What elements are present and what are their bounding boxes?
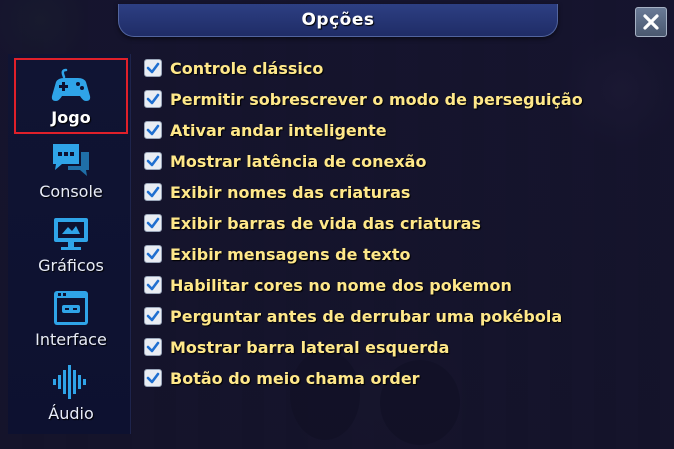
window-icon [48, 288, 94, 328]
option-mensagens-texto[interactable]: Exibir mensagens de texto [144, 242, 411, 266]
option-barra-lateral[interactable]: Mostrar barra lateral esquerda [144, 335, 449, 359]
checkbox[interactable] [144, 121, 162, 139]
tab-label: Console [39, 182, 103, 201]
tab-graficos[interactable]: Gráficos [14, 208, 128, 284]
sidebar: Jogo Console Gráficos Interface Áudio [8, 54, 131, 434]
option-label: Mostrar latência de conexão [170, 151, 427, 171]
option-latencia[interactable]: Mostrar latência de conexão [144, 149, 426, 173]
option-label: Exibir mensagens de texto [170, 244, 411, 264]
option-label: Exibir nomes das criaturas [170, 182, 411, 202]
option-barras-vida[interactable]: Exibir barras de vida das criaturas [144, 211, 481, 235]
option-permitir-sobrescrever[interactable]: Permitir sobrescrever o modo de persegui… [144, 87, 583, 111]
window-title: Opções [301, 10, 375, 30]
tab-jogo[interactable]: Jogo [14, 58, 128, 134]
tab-console[interactable]: Console [14, 134, 128, 210]
close-button[interactable] [635, 7, 667, 37]
checkbox[interactable] [144, 307, 162, 325]
option-label: Ativar andar inteligente [170, 120, 387, 140]
title-bar[interactable]: Opções [118, 4, 558, 37]
option-label: Permitir sobrescrever o modo de persegui… [170, 89, 583, 109]
check-icon [146, 186, 160, 198]
gamepad-icon [48, 66, 94, 106]
tab-interface[interactable]: Interface [14, 282, 128, 358]
option-botao-meio[interactable]: Botão do meio chama order [144, 366, 420, 390]
check-icon [146, 217, 160, 229]
checkbox[interactable] [144, 214, 162, 232]
checkbox[interactable] [144, 276, 162, 294]
option-label: Controle clássico [170, 58, 324, 78]
option-nomes-criaturas[interactable]: Exibir nomes das criaturas [144, 180, 410, 204]
option-label: Mostrar barra lateral esquerda [170, 337, 450, 357]
option-label: Perguntar antes de derrubar uma pokébola [170, 306, 563, 326]
option-label: Botão do meio chama order [170, 368, 420, 388]
tab-label: Jogo [51, 108, 91, 127]
options-dialog: Opções Jogo Console Gráficos Interface Á… [0, 0, 674, 449]
option-perguntar-pokebola[interactable]: Perguntar antes de derrubar uma pokébola [144, 304, 562, 328]
option-label: Habilitar cores no nome dos pokemon [170, 275, 512, 295]
monitor-icon [48, 214, 94, 254]
tab-label: Gráficos [38, 256, 104, 275]
tab-label: Interface [35, 330, 107, 349]
check-icon [146, 341, 160, 353]
close-icon [643, 14, 659, 30]
checkbox[interactable] [144, 245, 162, 263]
option-cores-nome[interactable]: Habilitar cores no nome dos pokemon [144, 273, 512, 297]
tab-label: Áudio [48, 404, 94, 423]
check-icon [146, 310, 160, 322]
chat-bubbles-icon [48, 140, 94, 180]
check-icon [146, 155, 160, 167]
option-controle-classico[interactable]: Controle clássico [144, 56, 323, 80]
checkbox[interactable] [144, 59, 162, 77]
checkbox[interactable] [144, 183, 162, 201]
option-label: Exibir barras de vida das criaturas [170, 213, 481, 233]
checkbox[interactable] [144, 369, 162, 387]
option-andar-inteligente[interactable]: Ativar andar inteligente [144, 118, 387, 142]
check-icon [146, 62, 160, 74]
checkbox[interactable] [144, 90, 162, 108]
check-icon [146, 372, 160, 384]
check-icon [146, 279, 160, 291]
check-icon [146, 124, 160, 136]
check-icon [146, 248, 160, 260]
tab-audio[interactable]: Áudio [14, 356, 128, 432]
checkbox[interactable] [144, 152, 162, 170]
checkbox[interactable] [144, 338, 162, 356]
check-icon [146, 93, 160, 105]
sound-wave-icon [48, 362, 94, 402]
